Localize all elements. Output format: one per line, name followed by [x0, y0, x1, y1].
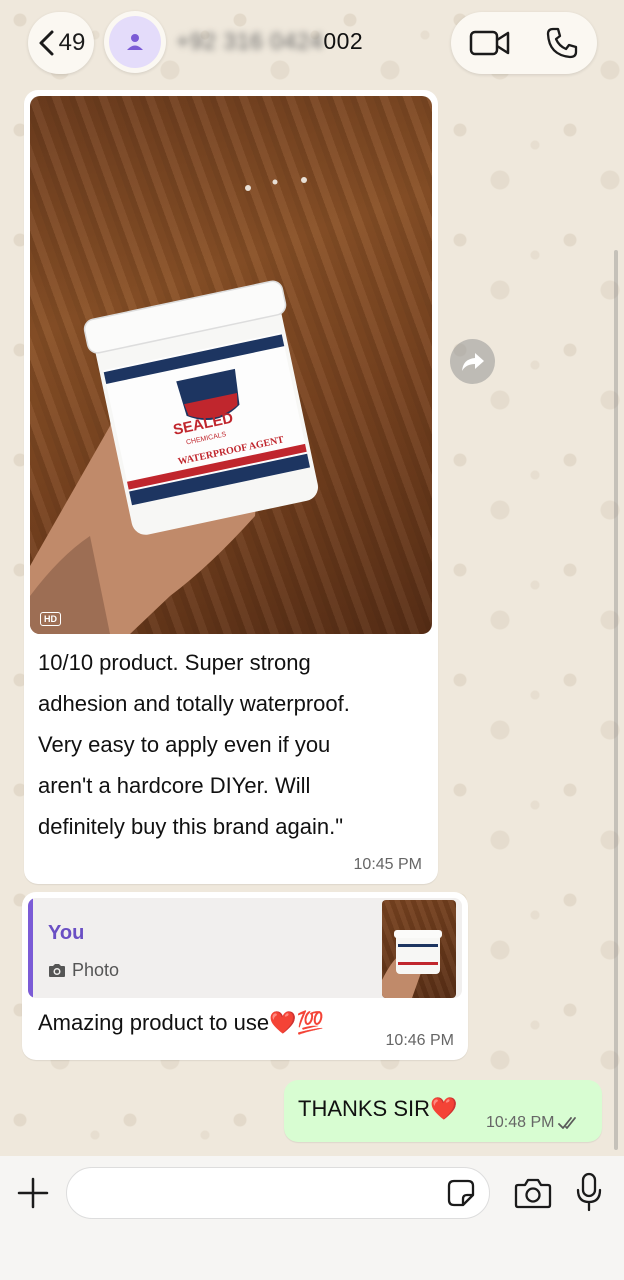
quote-author: You — [48, 922, 85, 944]
chevron-left-icon — [39, 30, 54, 56]
photo-content: SEALED CHEMICALS WATERPROOF AGENT — [30, 177, 318, 634]
message-bubble-incoming[interactable]: SEALED CHEMICALS WATERPROOF AGENT HD 10/… — [24, 90, 438, 884]
message-text: 10/10 product. Super strong adhesion and… — [38, 642, 418, 847]
back-button[interactable]: 49 — [28, 12, 94, 74]
message-line: adhesion and totally waterproof. — [38, 691, 350, 716]
avatar[interactable] — [104, 11, 166, 73]
scrollbar[interactable] — [614, 250, 618, 1150]
quote-type: Photo — [48, 960, 119, 981]
message-time: 10:45 PM — [353, 856, 422, 873]
contact-name[interactable]: +92 316 0424002 — [176, 28, 363, 55]
hd-badge: HD — [40, 612, 61, 626]
message-input[interactable] — [66, 1167, 490, 1219]
message-time: 10:48 PM — [486, 1114, 580, 1132]
call-actions — [451, 12, 597, 74]
sticker-icon[interactable] — [446, 1178, 476, 1208]
quoted-message[interactable]: You Photo — [28, 898, 462, 998]
microphone-icon[interactable] — [574, 1172, 604, 1212]
message-text: THANKS SIR❤️ — [298, 1096, 458, 1121]
message-line: Very easy to apply even if you — [38, 732, 331, 757]
contact-name-redacted: +92 316 0424 — [176, 28, 324, 54]
composer-bar — [0, 1156, 624, 1280]
phone-call-icon[interactable] — [545, 26, 579, 60]
camera-icon — [49, 964, 65, 977]
video-call-icon[interactable] — [469, 28, 511, 58]
person-icon — [109, 16, 161, 68]
camera-icon[interactable] — [514, 1176, 552, 1210]
message-line: definitely buy this brand again." — [38, 814, 344, 839]
quote-thumbnail — [382, 900, 456, 998]
contact-name-suffix: 002 — [323, 28, 364, 54]
double-check-icon — [558, 1117, 577, 1129]
message-text: Amazing product to use❤️💯 — [38, 1010, 324, 1035]
message-line: 10/10 product. Super strong — [38, 650, 311, 675]
message-bubble-incoming[interactable]: You Photo Amazing product to use❤️💯 10:4… — [22, 892, 468, 1060]
chat-header: 49 +92 316 0424002 — [0, 0, 624, 86]
unread-count: 49 — [58, 29, 86, 56]
quote-type-label: Photo — [72, 960, 120, 980]
quote-accent-bar — [28, 898, 33, 998]
forward-button[interactable] — [450, 339, 495, 384]
plus-icon[interactable] — [16, 1176, 50, 1210]
message-photo[interactable]: SEALED CHEMICALS WATERPROOF AGENT HD — [30, 96, 432, 634]
message-line: aren't a hardcore DIYer. Will — [38, 773, 311, 798]
message-time: 10:46 PM — [385, 1032, 454, 1049]
forward-icon — [461, 352, 484, 371]
message-time-label: 10:48 PM — [486, 1114, 555, 1131]
message-bubble-outgoing[interactable]: THANKS SIR❤️ 10:48 PM — [284, 1080, 602, 1142]
